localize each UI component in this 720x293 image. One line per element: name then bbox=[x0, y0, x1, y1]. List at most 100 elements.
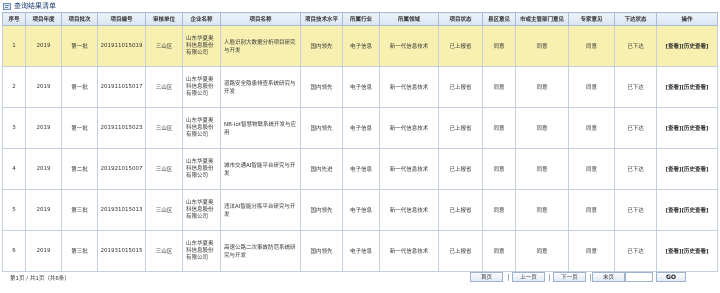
cell-county-opinion: 同意 bbox=[482, 25, 516, 67]
column-header: 项目年度 bbox=[25, 12, 62, 26]
history-view-link[interactable]: [历史查看] bbox=[682, 167, 709, 173]
column-header: 项目技术水平 bbox=[300, 12, 343, 26]
cell-industry: 电子信息 bbox=[342, 66, 380, 108]
column-header: 下达状态 bbox=[614, 12, 657, 26]
cell-field: 新一代信息技术 bbox=[379, 107, 439, 149]
cell-company-name: 山东华夏奥科信息股份有限公司 bbox=[182, 230, 221, 272]
cell-index: 5 bbox=[2, 189, 26, 231]
page-title: 查询结果清单 bbox=[14, 2, 56, 10]
page-number-input[interactable] bbox=[625, 272, 653, 282]
pagination-bar: 第1页 / 共1页（共6条） 首页 上一页 下一页 末页 GO bbox=[0, 271, 720, 285]
cell-field: 新一代信息技术 bbox=[379, 189, 439, 231]
cell-index: 1 bbox=[2, 25, 26, 67]
history-view-link[interactable]: [历史查看] bbox=[682, 44, 709, 50]
column-header: 企业名称 bbox=[182, 12, 221, 26]
view-link[interactable]: [查看] bbox=[665, 85, 681, 91]
cell-project-name: 违法AI智能分拣平台研究与开发 bbox=[220, 189, 301, 231]
column-header: 项目名称 bbox=[220, 12, 301, 26]
table-row[interactable]: 5 2019 第三批 201931015013 三山区 山东华夏奥科信息股份有限公司 违法A… bbox=[2, 189, 718, 231]
cell-project-code: 201921015007 bbox=[97, 148, 146, 190]
go-button[interactable]: GO bbox=[656, 272, 686, 282]
column-header: 专家意见 bbox=[568, 12, 615, 26]
cell-actions: [查看][历史查看] bbox=[656, 66, 718, 108]
history-view-link[interactable]: [历史查看] bbox=[682, 85, 709, 91]
view-link[interactable]: [查看] bbox=[665, 126, 681, 132]
cell-status: 已上报省 bbox=[438, 25, 483, 67]
cell-company-name: 山东华夏奥科信息股份有限公司 bbox=[182, 148, 221, 190]
table-row[interactable]: 1 2019 第一批 201911015019 三山区 山东华夏奥科信息股份有限公司 人脸识… bbox=[2, 25, 718, 67]
column-header: 项目编号 bbox=[97, 12, 146, 26]
table-row[interactable]: 2 2019 第一批 201911015017 三山区 山东华夏奥科信息股份有限公司 道路安… bbox=[2, 66, 718, 108]
table-row[interactable]: 6 2019 第三批 201931015015 三山区 山东华夏奥科信息股份有限公司 高速公… bbox=[2, 230, 718, 272]
cell-index: 3 bbox=[2, 107, 26, 149]
cell-actions: [查看][历史查看] bbox=[656, 107, 718, 149]
cell-actions: [查看][历史查看] bbox=[656, 25, 718, 67]
cell-city-opinion: 同意 bbox=[515, 189, 569, 231]
last-page-button[interactable]: 末页 bbox=[592, 272, 625, 282]
cell-review-unit: 三山区 bbox=[145, 66, 183, 108]
cell-batch: 第二批 bbox=[61, 148, 98, 190]
cell-city-opinion: 同意 bbox=[515, 25, 569, 67]
cell-tech-level: 国内领先 bbox=[300, 230, 343, 272]
cell-review-unit: 三山区 bbox=[145, 230, 183, 272]
list-icon bbox=[3, 2, 11, 10]
cell-company-name: 山东华夏奥科信息股份有限公司 bbox=[182, 66, 221, 108]
cell-status: 已上报省 bbox=[438, 230, 483, 272]
cell-city-opinion: 同意 bbox=[515, 230, 569, 272]
results-table: 序号 项目年度 项目批次 项目编号 审核单位 企业名称 项目名称 项目技术水平 … bbox=[2, 12, 718, 272]
first-page-button[interactable]: 首页 bbox=[470, 272, 503, 282]
history-view-link[interactable]: [历史查看] bbox=[682, 126, 709, 132]
history-view-link[interactable]: [历史查看] bbox=[682, 249, 709, 255]
cell-review-unit: 三山区 bbox=[145, 25, 183, 67]
cell-status: 已上报省 bbox=[438, 189, 483, 231]
cell-status: 已上报省 bbox=[438, 107, 483, 149]
cell-expert-opinion: 同意 bbox=[568, 230, 615, 272]
cell-year: 2019 bbox=[25, 230, 62, 272]
cell-county-opinion: 同意 bbox=[482, 107, 516, 149]
table-row[interactable]: 3 2019 第一批 201911015023 三山区 山东华夏奥科信息股份有限公司 NB-… bbox=[2, 107, 718, 149]
cell-release-status: 已下达 bbox=[614, 189, 657, 231]
cell-year: 2019 bbox=[25, 66, 62, 108]
cell-field: 新一代信息技术 bbox=[379, 66, 439, 108]
cell-year: 2019 bbox=[25, 25, 62, 67]
cell-expert-opinion: 同意 bbox=[568, 66, 615, 108]
column-header: 项目批次 bbox=[61, 12, 98, 26]
view-link[interactable]: [查看] bbox=[665, 249, 681, 255]
cell-index: 6 bbox=[2, 230, 26, 272]
table-row[interactable]: 4 2019 第二批 201921015007 三山区 山东华夏奥科信息股份有限公司 城市交… bbox=[2, 148, 718, 190]
cell-project-code: 201911015023 bbox=[97, 107, 146, 149]
cell-project-code: 201911015019 bbox=[97, 25, 146, 67]
cell-release-status: 已下达 bbox=[614, 107, 657, 149]
column-header: 序号 bbox=[2, 12, 26, 26]
cell-tech-level: 国内领先 bbox=[300, 66, 343, 108]
cell-city-opinion: 同意 bbox=[515, 148, 569, 190]
cell-project-code: 201931015015 bbox=[97, 230, 146, 272]
cell-tech-level: 国内领先 bbox=[300, 25, 343, 67]
cell-field: 新一代信息技术 bbox=[379, 148, 439, 190]
cell-actions: [查看][历史查看] bbox=[656, 189, 718, 231]
cell-city-opinion: 同意 bbox=[515, 66, 569, 108]
history-view-link[interactable]: [历史查看] bbox=[682, 208, 709, 214]
cell-project-code: 201911015017 bbox=[97, 66, 146, 108]
view-link[interactable]: [查看] bbox=[665, 167, 681, 173]
next-page-button[interactable]: 下一页 bbox=[553, 272, 586, 282]
view-link[interactable]: [查看] bbox=[665, 208, 681, 214]
cell-expert-opinion: 同意 bbox=[568, 189, 615, 231]
cell-industry: 电子信息 bbox=[342, 189, 380, 231]
cell-index: 4 bbox=[2, 148, 26, 190]
cell-release-status: 已下达 bbox=[614, 66, 657, 108]
column-header: 审核单位 bbox=[145, 12, 183, 26]
prev-page-button[interactable]: 上一页 bbox=[512, 272, 545, 282]
divider bbox=[549, 274, 550, 281]
view-link[interactable]: [查看] bbox=[665, 44, 681, 50]
cell-year: 2019 bbox=[25, 148, 62, 190]
cell-field: 新一代信息技术 bbox=[379, 230, 439, 272]
cell-review-unit: 三山区 bbox=[145, 189, 183, 231]
cell-project-name: NB-Iot智慧物联系统开发与应用 bbox=[220, 107, 301, 149]
cell-year: 2019 bbox=[25, 189, 62, 231]
divider bbox=[590, 274, 591, 281]
cell-tech-level: 国内领先 bbox=[300, 189, 343, 231]
cell-industry: 电子信息 bbox=[342, 230, 380, 272]
cell-field: 新一代信息技术 bbox=[379, 25, 439, 67]
cell-tech-level: 国内领先 bbox=[300, 107, 343, 149]
